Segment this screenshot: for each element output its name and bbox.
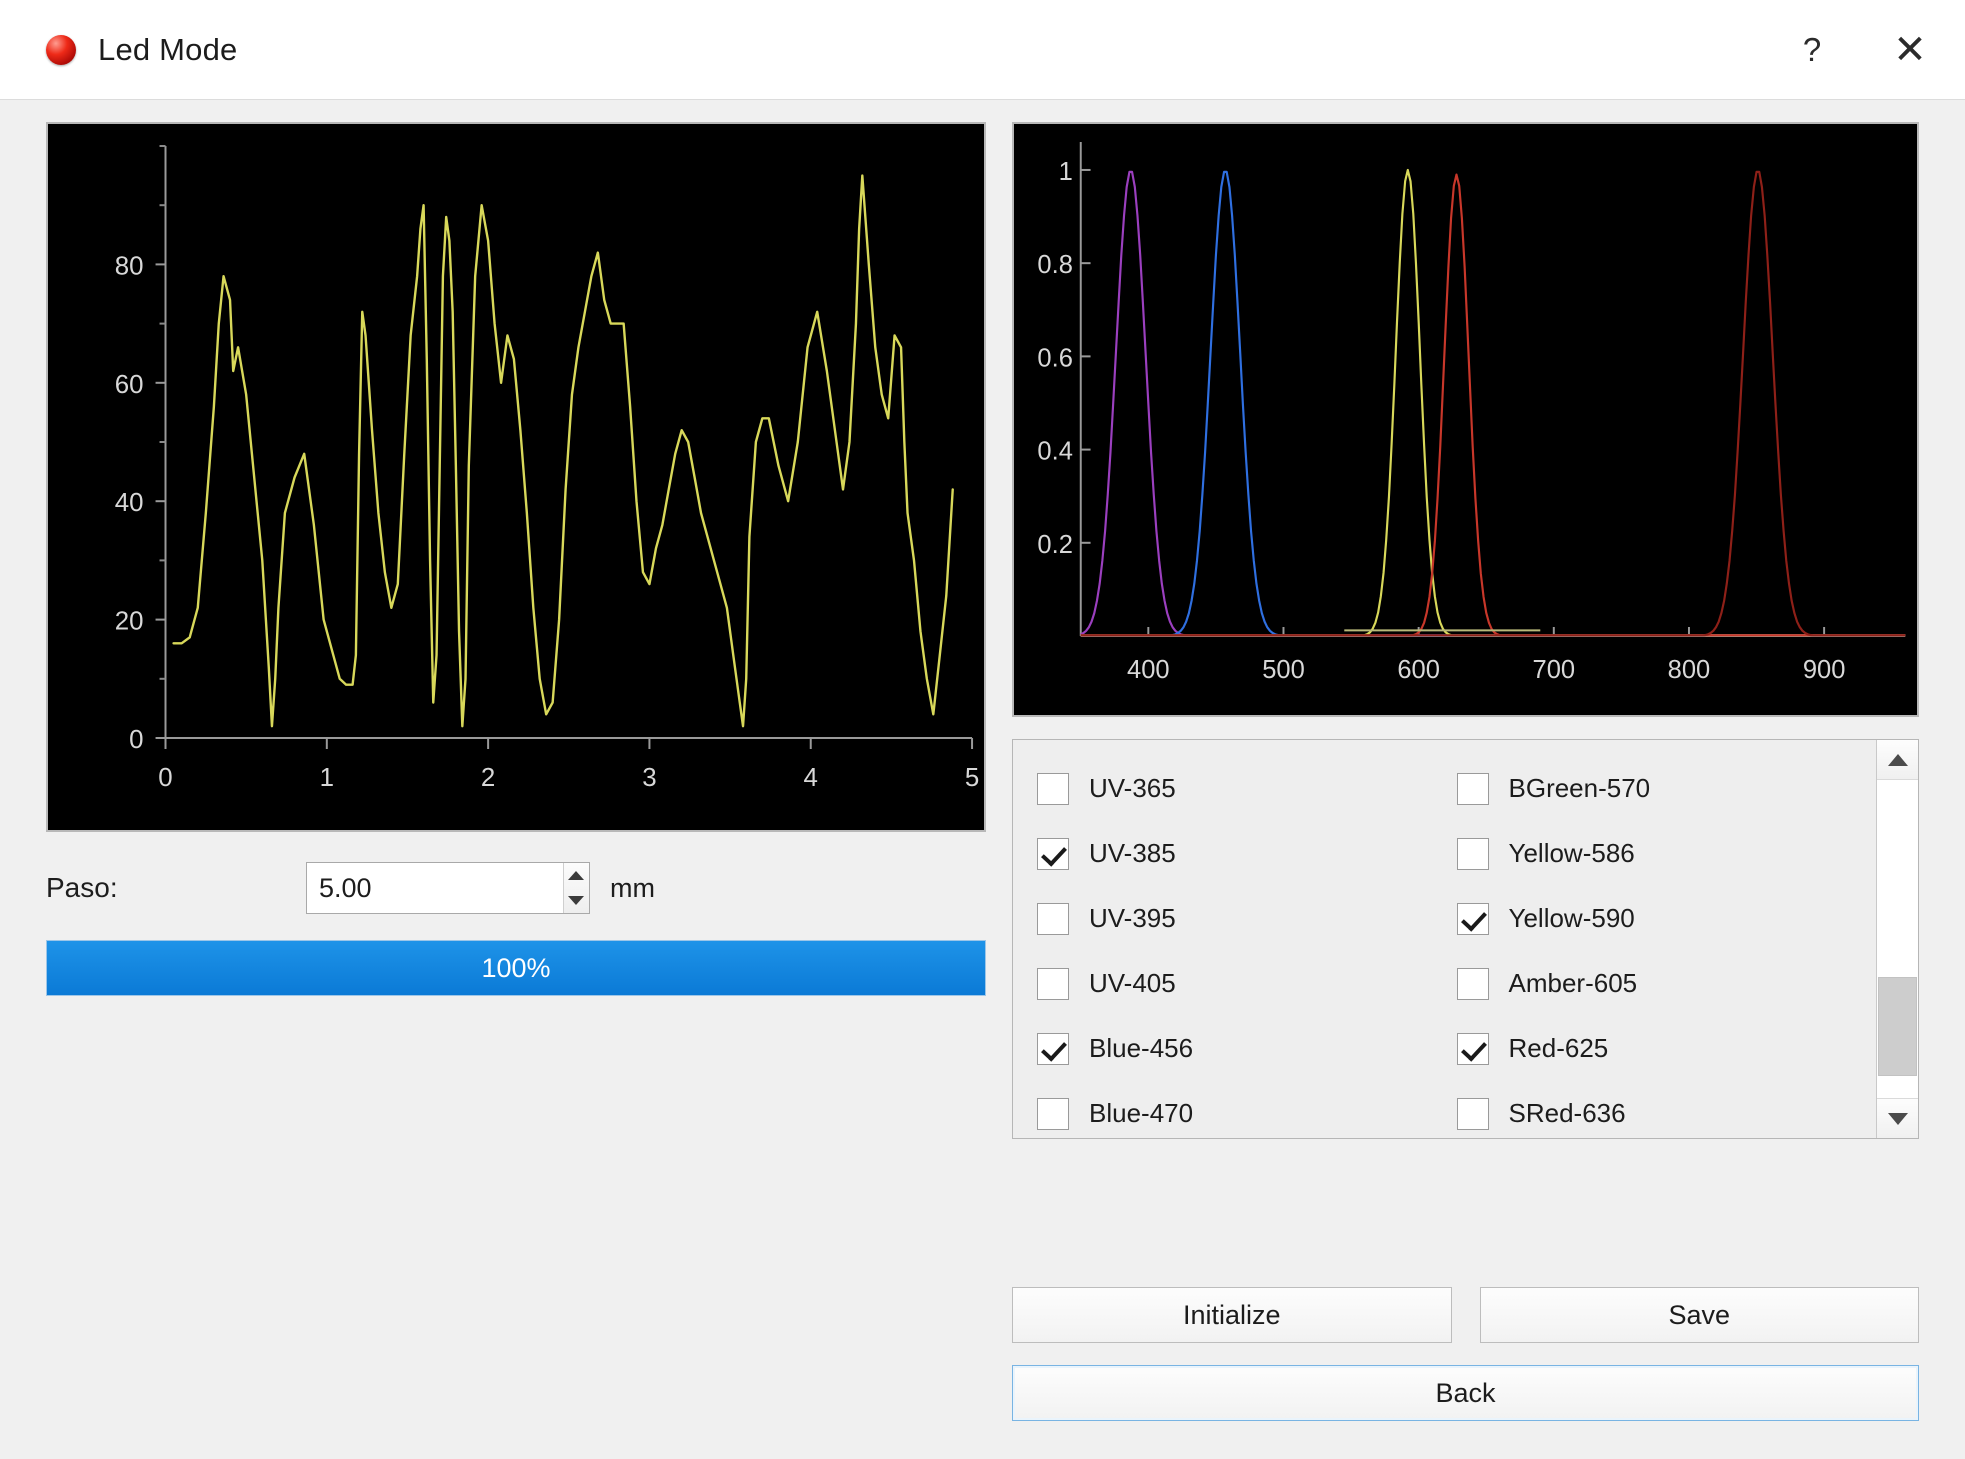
svg-text:20: 20 [115,608,144,636]
svg-text:0.6: 0.6 [1037,344,1072,372]
led-item-sred-636[interactable]: SRed-636 [1457,1081,1877,1139]
led-list-column-right: BGreen-570 Yellow-586 Yellow-590 Amber-605 R… [1457,756,1877,1138]
checkbox-bgreen-570[interactable] [1457,773,1489,805]
led-list-scrollbar[interactable] [1876,740,1918,1138]
svg-text:400: 400 [1127,656,1170,684]
dialog-body: 020406080012345 Paso: mm 100% [0,100,1965,1459]
svg-text:5: 5 [965,764,979,792]
scrollbar-track[interactable] [1877,780,1918,1098]
checkbox-uv-385[interactable] [1037,838,1069,870]
paso-label: Paso: [46,872,306,904]
svg-text:600: 600 [1397,656,1440,684]
initialize-button[interactable]: Initialize [1012,1287,1452,1343]
scrollbar-thumb[interactable] [1878,977,1917,1076]
svg-text:500: 500 [1262,656,1305,684]
save-button[interactable]: Save [1480,1287,1920,1343]
window-title: Led Mode [98,32,237,68]
svg-text:0.4: 0.4 [1037,437,1072,465]
help-icon[interactable]: ? [1785,23,1839,77]
led-label: UV-385 [1089,838,1176,869]
checkbox-sred-636[interactable] [1457,1098,1489,1130]
svg-text:2: 2 [481,764,495,792]
led-mode-window: Led Mode ? ✕ 020406080012345 Paso: [0,0,1965,1459]
checkbox-yellow-590[interactable] [1457,903,1489,935]
title-bar-left: Led Mode [0,32,237,68]
paso-input[interactable] [307,863,563,913]
checkbox-blue-470[interactable] [1037,1098,1069,1130]
scroll-up-icon[interactable] [1877,740,1918,780]
led-label: UV-365 [1089,773,1176,804]
led-label: Yellow-586 [1509,838,1635,869]
svg-text:0: 0 [158,764,172,792]
checkbox-uv-395[interactable] [1037,903,1069,935]
checkbox-uv-365[interactable] [1037,773,1069,805]
svg-text:1: 1 [1059,158,1073,186]
svg-text:3: 3 [642,764,656,792]
svg-text:0.2: 0.2 [1037,531,1072,559]
spectrum-plot: 0.2 0.4 0.6 0.8 1 400 500 600 700 800 900 [1012,122,1919,717]
back-button[interactable]: Back [1012,1365,1919,1421]
right-panel: 0.20.40.60.81400500600700800900 UV-365UV… [1012,122,1919,1459]
paso-unit-label: mm [610,873,655,904]
led-item-red-625[interactable]: Red-625 [1457,1016,1877,1081]
checkbox-red-625[interactable] [1457,1033,1489,1065]
svg-text:60: 60 [115,371,144,399]
spin-down-icon[interactable] [564,888,589,913]
checkbox-blue-456[interactable] [1037,1033,1069,1065]
led-list-columns: UV-365 UV-385 UV-395 UV-405 Blue-456 Blue-470… [1013,740,1876,1138]
svg-text:40: 40 [115,489,144,517]
title-bar-controls: ? ✕ [1785,0,1937,99]
spin-up-icon[interactable] [564,863,589,888]
led-item-bgreen-570[interactable]: BGreen-570 [1457,756,1877,821]
svg-text:800: 800 [1668,656,1711,684]
led-label: BGreen-570 [1509,773,1651,804]
led-item-uv-405[interactable]: UV-405 [1037,951,1457,1016]
paso-row: Paso: mm [46,862,986,914]
title-bar: Led Mode ? ✕ [0,0,1965,100]
led-item-yellow-586[interactable]: Yellow-586 [1457,821,1877,886]
svg-text:900: 900 [1803,656,1846,684]
led-item-blue-470[interactable]: Blue-470 [1037,1081,1457,1139]
led-label: SRed-636 [1509,1098,1626,1129]
led-item-uv-385[interactable]: UV-385 [1037,821,1457,886]
signal-plot: 0 20 40 60 80 0 1 2 3 4 5 [46,122,986,832]
checkbox-amber-605[interactable] [1457,968,1489,1000]
close-icon[interactable]: ✕ [1883,23,1937,77]
led-label: UV-405 [1089,968,1176,999]
paso-spinbox[interactable] [306,862,590,914]
led-item-uv-395[interactable]: UV-395 [1037,886,1457,951]
checkbox-uv-405[interactable] [1037,968,1069,1000]
svg-text:4: 4 [804,764,818,792]
svg-text:0.8: 0.8 [1037,251,1072,279]
led-item-uv-365[interactable]: UV-365 [1037,756,1457,821]
led-list-box[interactable]: UV-365 UV-385 UV-395 UV-405 Blue-456 Blue-470… [1012,739,1919,1139]
svg-text:700: 700 [1533,656,1576,684]
led-label: Blue-456 [1089,1033,1193,1064]
svg-text:80: 80 [115,252,144,280]
action-button-row: Initialize Save [1012,1287,1919,1343]
led-label: Yellow-590 [1509,903,1635,934]
left-panel: 0 20 40 60 80 0 1 2 3 4 5 Paso: mm 100% [46,122,986,1459]
led-item-amber-605[interactable]: Amber-605 [1457,951,1877,1016]
progress-bar: 100% [46,940,986,996]
progress-bar-label: 100% [47,941,985,995]
red-led-icon [46,35,76,65]
led-list-column-left: UV-365 UV-385 UV-395 UV-405 Blue-456 Blue-470 [1037,756,1457,1138]
svg-text:0: 0 [129,726,143,754]
scroll-down-icon[interactable] [1877,1098,1918,1138]
checkbox-yellow-586[interactable] [1457,838,1489,870]
led-label: Red-625 [1509,1033,1609,1064]
led-item-yellow-590[interactable]: Yellow-590 [1457,886,1877,951]
svg-text:1: 1 [320,764,334,792]
led-label: Blue-470 [1089,1098,1193,1129]
led-label: UV-395 [1089,903,1176,934]
led-label: Amber-605 [1509,968,1638,999]
paso-spin-buttons[interactable] [563,863,589,913]
led-item-blue-456[interactable]: Blue-456 [1037,1016,1457,1081]
